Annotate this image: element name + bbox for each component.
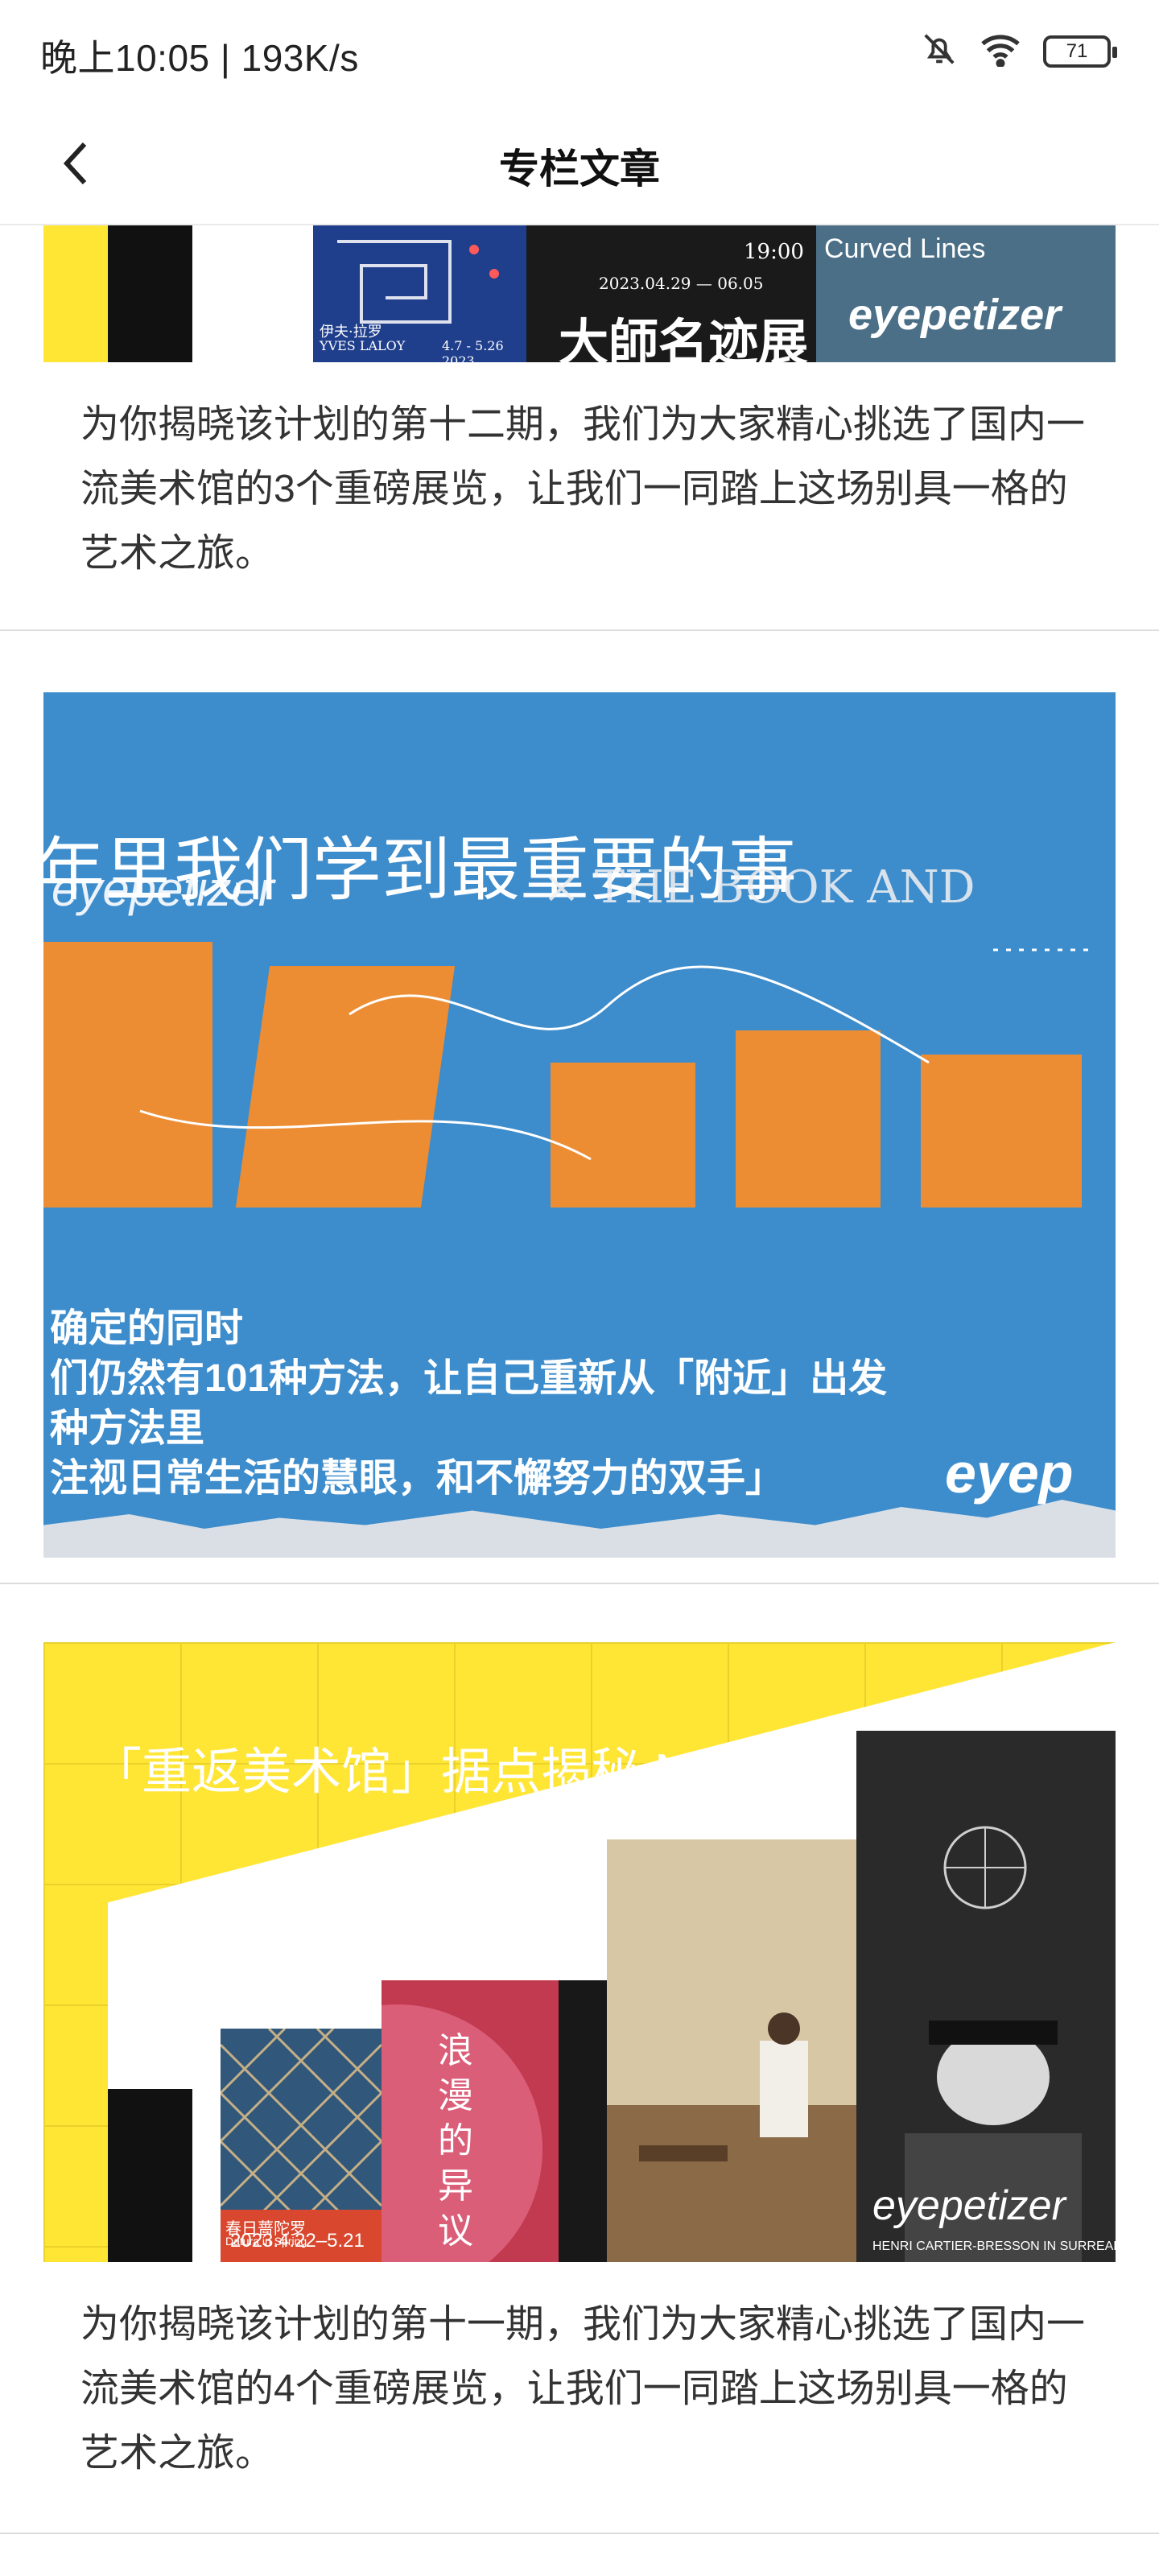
poster-title: 大師名迹展	[559, 313, 809, 362]
mute-bell-icon	[921, 31, 958, 72]
cover-blurb-line: 确定的同时	[50, 1307, 244, 1350]
divider	[0, 1583, 1159, 1584]
poster-title: Curved Lines	[824, 233, 986, 264]
cover-black-block	[108, 2089, 192, 2262]
brand-watermark: eyep	[945, 1442, 1074, 1505]
battery-level: 71	[1066, 39, 1088, 62]
brand-watermark: eyepetizer	[52, 862, 274, 916]
status-icons: 71	[921, 31, 1117, 72]
cover-blurb: 确定的同时 们仍然有101种方法，让自己重新从「附近」出发 种方法里 注视日常生…	[50, 1304, 887, 1504]
poster-vertical-title: 浪漫的异议	[438, 2031, 473, 2251]
cover-headline: 「重返美术馆」据点揭秘 No. 11	[92, 1744, 798, 1800]
cover-collab-text: × THE BOOK AND	[542, 861, 975, 914]
exhibition-poster: Curved Lines eyepetizer	[816, 225, 1116, 362]
nav-bar: 专栏文章	[0, 105, 1159, 225]
cover-blurb-line: 种方法里	[50, 1407, 205, 1450]
poster-dates: 2023.04.29 — 06.05	[599, 274, 764, 293]
article-cover-image[interactable]: 「重返美术馆」据点揭秘 No. 11 春日蔷陀罗 Datura in Sprin…	[43, 1642, 1116, 2262]
article-description[interactable]: 为你揭晓该计划的第十一期，我们为大家精心挑选了国内一流美术馆的4个重磅展览，让我…	[80, 2293, 1095, 2486]
article-cover-image[interactable]: 伊夫·拉罗 YVES LALOY 4.7 - 5.26 2023 19:00 2…	[43, 225, 1116, 362]
wifi-icon	[979, 31, 1022, 71]
article-description[interactable]: 为你揭晓该计划的第十二期，我们为大家精心挑选了国内一流美术馆的3个重磅展览，让我…	[80, 393, 1095, 586]
exhibition-poster: 春日蔷陀罗 Datura in Spring	[219, 2027, 383, 2262]
battery-icon: 71	[1043, 35, 1117, 68]
poster-dates: 4.7 - 5.26 2023	[442, 338, 504, 362]
poster-photo	[607, 1839, 856, 2262]
divider	[0, 630, 1159, 631]
poster-pattern	[253, 1980, 607, 2262]
cover-blurb-line: 注视日常生活的慧眼，和不懈努力的双手」	[50, 1457, 785, 1500]
brand-watermark: eyepetizer	[848, 291, 1062, 339]
exhibition-poster: 伊夫·拉罗 YVES LALOY 4.7 - 5.26 2023	[313, 225, 526, 362]
poster-time: 19:00	[744, 240, 804, 264]
status-bar: 晚上10:05 | 193K/s 71	[0, 0, 1159, 105]
divider	[0, 2533, 1159, 2534]
brand-watermark: eyepetizer	[872, 2182, 1066, 2229]
cover-black-block	[108, 225, 192, 362]
cover-scribble-lines	[139, 948, 1090, 1161]
poster-caption-en: YVES LALOY	[320, 338, 406, 353]
article-cover-image[interactable]: 年里我们学到最重要的事 eyepetizer × THE BOOK AND 确定…	[43, 692, 1116, 1558]
cover-blurb-line: 们仍然有101种方法，让自己重新从「附近」出发	[50, 1357, 888, 1400]
poster-caption: HENRI CARTIER-BRESSON IN SURREALISM	[872, 2240, 1116, 2253]
poster-dates: 2023.4.22–5.21	[230, 2230, 365, 2252]
exhibition-poster	[607, 1839, 856, 2262]
cover-yellow-block	[43, 225, 108, 362]
status-time-speed: 晚上10:05 | 193K/s	[40, 37, 359, 79]
page-title: 专栏文章	[499, 147, 660, 192]
exhibition-poster: 浪漫的异议	[253, 1980, 607, 2262]
exhibition-poster: 19:00 2023.04.29 — 06.05 大師名迹展	[526, 225, 816, 362]
